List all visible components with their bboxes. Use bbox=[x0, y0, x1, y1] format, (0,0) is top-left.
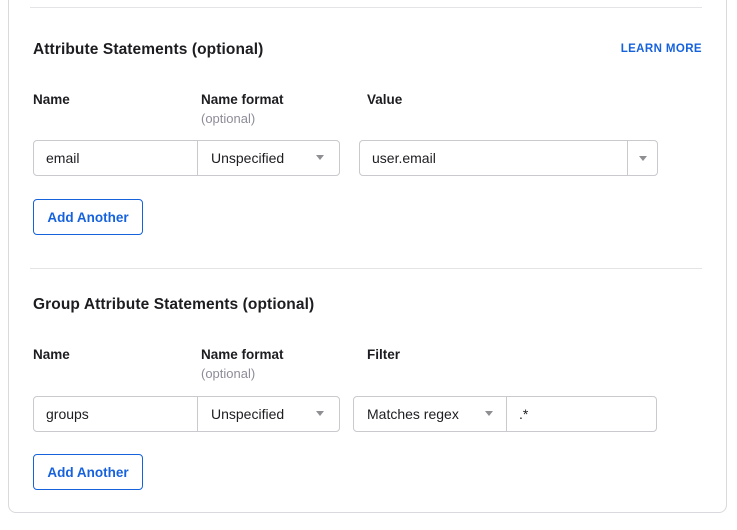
group-name-input[interactable] bbox=[34, 397, 197, 431]
settings-card bbox=[8, 0, 727, 513]
group-column-header-name-format-note: (optional) bbox=[201, 366, 255, 381]
group-column-header-name-format: Name format bbox=[201, 347, 284, 362]
caret-down-icon bbox=[316, 411, 324, 416]
column-header-name-format: Name format bbox=[201, 92, 284, 107]
section-divider-middle bbox=[30, 268, 702, 269]
group-filter-group: Matches regex bbox=[353, 396, 657, 432]
column-header-value: Value bbox=[367, 92, 402, 107]
learn-more-link[interactable]: LEARN MORE bbox=[621, 43, 702, 55]
group-column-header-filter: Filter bbox=[367, 347, 400, 362]
attribute-name-input[interactable] bbox=[34, 141, 197, 175]
caret-down-icon bbox=[639, 156, 647, 161]
column-header-name: Name bbox=[33, 92, 70, 107]
attribute-value-input[interactable] bbox=[360, 141, 627, 175]
column-header-name-format-note: (optional) bbox=[201, 111, 255, 126]
group-column-header-name: Name bbox=[33, 347, 70, 362]
attribute-statements-title: Attribute Statements (optional) bbox=[33, 41, 263, 59]
add-another-group-attribute-button[interactable]: Add Another bbox=[33, 454, 143, 490]
group-filter-value-input[interactable] bbox=[507, 397, 656, 431]
attribute-name-format-dropdown[interactable]: Unspecified bbox=[198, 141, 339, 175]
attribute-value-group bbox=[359, 140, 658, 176]
attribute-name-format-value: Unspecified bbox=[198, 150, 284, 166]
attribute-row-name-and-format-group: Unspecified bbox=[33, 140, 340, 176]
group-name-format-value: Unspecified bbox=[198, 406, 284, 422]
group-filter-type-dropdown[interactable]: Matches regex bbox=[354, 397, 507, 431]
caret-down-icon bbox=[316, 155, 324, 160]
group-attribute-statements-title: Group Attribute Statements (optional) bbox=[33, 296, 314, 314]
group-row-name-and-format-group: Unspecified bbox=[33, 396, 340, 432]
group-name-format-dropdown[interactable]: Unspecified bbox=[198, 397, 339, 431]
attribute-value-dropdown-button[interactable] bbox=[627, 141, 657, 175]
add-another-attribute-button[interactable]: Add Another bbox=[33, 199, 143, 235]
section-divider-top bbox=[30, 7, 702, 8]
group-filter-type-value: Matches regex bbox=[354, 406, 459, 422]
caret-down-icon bbox=[485, 411, 493, 416]
